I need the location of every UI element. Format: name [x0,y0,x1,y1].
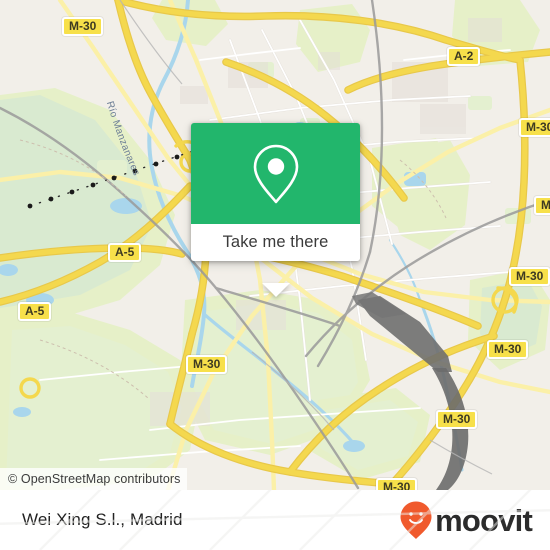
road-shield: M-30 [519,118,550,137]
road-shield: M-30 [487,340,529,359]
screenshot-root: .urban{fill:#f2efe9} .urban2{fill:#efe9e… [0,0,550,550]
attribution-text: © OpenStreetMap contributors [8,472,181,486]
road-shield: M-30 [534,196,550,215]
map-pin-icon [253,144,298,203]
callout-tail [261,283,290,297]
road-shield: M-30 [509,267,550,286]
callout-icon-area [191,123,360,224]
take-me-there-callout[interactable]: Take me there [191,123,360,297]
map-canvas[interactable]: .urban{fill:#f2efe9} .urban2{fill:#efe9e… [0,0,550,490]
road-shield: A-2 [447,47,481,66]
road-shield: M-30 [62,17,104,36]
road-shield: A-5 [108,243,142,262]
callout-action[interactable]: Take me there [191,224,360,261]
footer-bar: Wei Xing S.l., Madrid moovit [0,490,550,550]
take-me-there-label: Take me there [222,233,329,251]
road-shield: M-30 [186,355,228,374]
road-shield: M-30 [376,478,418,490]
moovit-smiley-pin-icon [400,501,432,539]
map-attribution[interactable]: © OpenStreetMap contributors [0,468,187,490]
road-shield: A-5 [18,302,52,321]
moovit-logo[interactable]: moovit [399,500,533,540]
moovit-wordmark: moovit [435,502,533,538]
road-shield: M-30 [436,410,478,429]
poi-title: Wei Xing S.l., Madrid [22,510,183,529]
